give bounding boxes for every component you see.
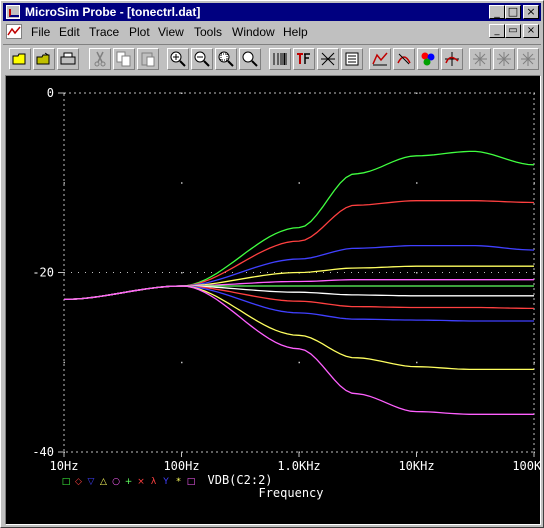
menu-plot[interactable]: Plot [129,25,150,39]
grid-dot [533,361,535,364]
slope-icon[interactable] [517,48,539,70]
trace-line [63,265,534,301]
add-trace-icon[interactable] [369,48,391,70]
legend-marker: ◇ [75,477,82,487]
grid-dot [181,182,183,184]
open-folder-icon[interactable] [9,48,31,70]
title-bar[interactable]: MicroSim Probe - [tonectrl.dat] _ □ × [3,3,541,21]
menu-bar: File Edit Trace Plot View Tools Window H… [3,22,541,42]
trace-line [63,150,535,301]
zoom-fit-icon[interactable] [239,48,261,70]
app-window: MicroSim Probe - [tonectrl.dat] _ □ × Fi… [0,0,544,528]
grid-dot [416,272,418,274]
close-button[interactable]: × [523,5,539,19]
grid-dot [298,92,300,94]
trace-line [63,200,535,301]
grid-dot [181,361,183,364]
menu-edit[interactable]: Edit [59,25,80,39]
cursor-icon[interactable] [441,48,463,70]
menu-view[interactable]: View [158,25,184,39]
copy-icon[interactable] [113,48,135,70]
menu-file[interactable]: File [31,25,50,39]
legend-marker: × [137,477,145,487]
doc-minimize-button[interactable]: _ [489,24,505,38]
x-axis-label: Frequency [258,486,323,500]
zoom-out-icon[interactable] [191,48,213,70]
legend-marker: + [125,477,133,487]
minimize-button[interactable]: _ [489,5,505,19]
performance-icon[interactable] [317,48,339,70]
doc-close-button[interactable]: × [523,24,539,38]
probe-app-icon[interactable] [6,5,20,19]
grid-dot [63,182,65,184]
window-title: MicroSim Probe - [tonectrl.dat] [25,5,201,19]
x-tick-label: 10KHz [398,459,434,473]
menu-window[interactable]: Window [232,25,275,39]
legend-marker: λ [151,477,157,487]
fourier-icon[interactable] [293,48,315,70]
x-tick-label: 100KHz [512,459,540,473]
grid-dot [533,92,535,94]
menu-tools[interactable]: Tools [194,25,222,39]
trace-line [63,285,534,415]
x-tick-label: 10Hz [50,459,79,473]
peak-icon[interactable] [469,48,491,70]
legend-marker: □ [62,477,71,487]
grid-dot [416,92,418,94]
trace-line [63,285,534,301]
document-icon[interactable] [6,24,22,39]
legend-marker: □ [187,477,196,487]
grid-dot [298,361,300,364]
grid-dot [533,182,535,184]
y-tick-label: -20 [32,266,54,280]
menu-help[interactable]: Help [283,25,308,39]
mark-label-icon[interactable] [393,48,415,70]
grid-dot [181,92,183,94]
grid-dot [63,361,65,364]
legend-marker: △ [100,477,107,487]
evaluate-icon[interactable] [341,48,363,70]
toolbar [3,44,541,73]
x-tick-label: 100Hz [163,459,199,473]
zoom-area-icon[interactable] [215,48,237,70]
grid-dot [181,272,183,274]
print-icon[interactable] [57,48,79,70]
probe-plot[interactable]: 0 -20 -4010Hz 100Hz 1.0KHz 10KHz 100KHz □ ◇ ▽ △ ○ +… [6,76,540,524]
maximize-button[interactable]: □ [505,5,521,19]
paste-icon[interactable] [137,48,159,70]
y-tick-label: -40 [32,445,54,459]
grid-dot [416,182,418,184]
color-icon[interactable] [417,48,439,70]
legend-marker: Y [162,477,169,487]
trough-icon[interactable] [493,48,515,70]
doc-restore-button[interactable]: ▭ [505,24,521,38]
grid-dot [298,182,300,184]
legend-marker: * [176,477,181,487]
legend-marker: ▽ [88,477,95,487]
x-tick-label: 1.0KHz [277,459,320,473]
legend-marker: ○ [112,477,120,487]
trace-line [63,285,534,371]
plot-window[interactable]: 0 -20 -4010Hz 100Hz 1.0KHz 10KHz 100KHz □ ◇ ▽ △ ○ +… [5,75,541,525]
menu-trace[interactable]: Trace [89,25,119,39]
log-axis-icon[interactable] [269,48,291,70]
legend-label: VDB(C2:2) [208,473,273,487]
trace-line [63,285,534,310]
zoom-in-icon[interactable] [167,48,189,70]
cut-icon[interactable] [89,48,111,70]
grid-dot [416,361,418,364]
open-file-icon[interactable] [33,48,55,70]
y-tick-label: 0 [47,86,54,100]
